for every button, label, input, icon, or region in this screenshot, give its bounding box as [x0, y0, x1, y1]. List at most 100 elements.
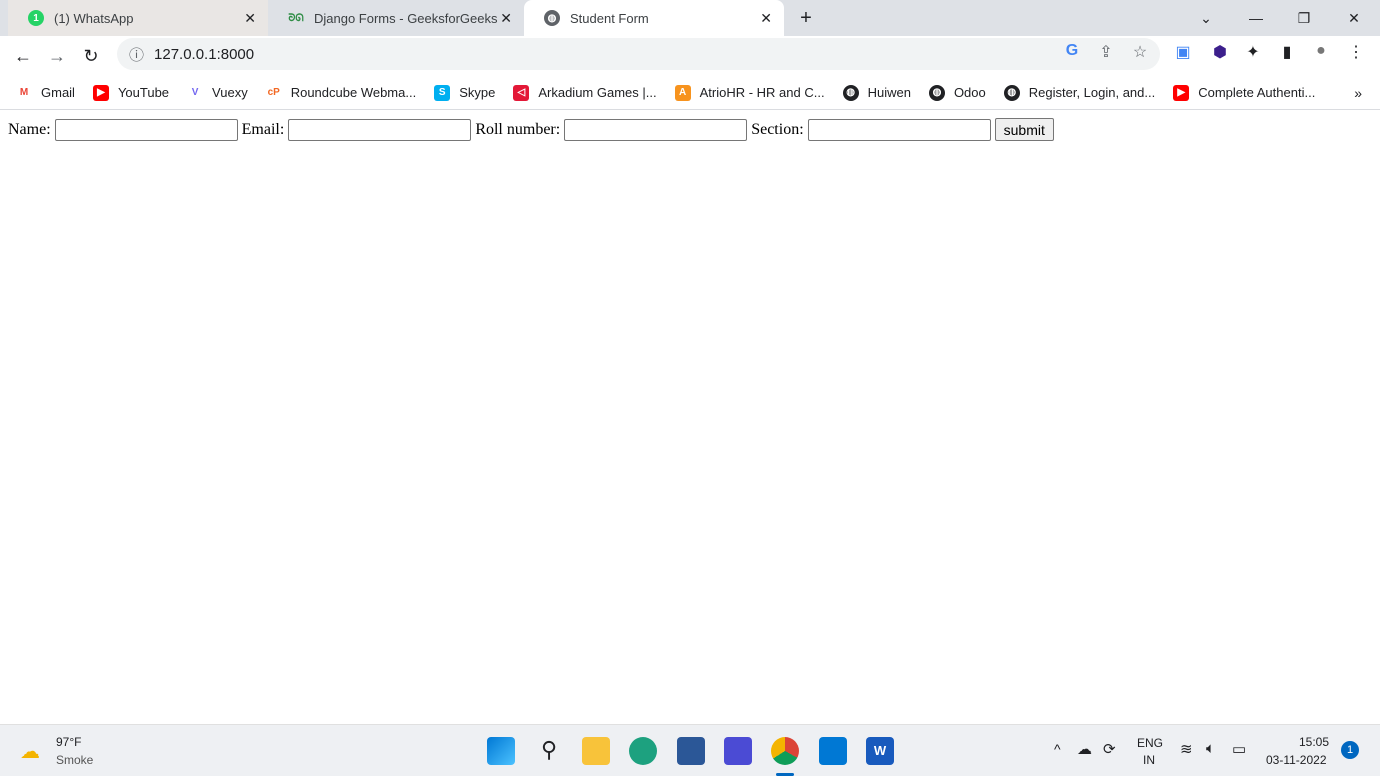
- tab-student-form[interactable]: ◍ Student Form ✕: [524, 0, 784, 36]
- side-panel-icon[interactable]: ▮: [1275, 42, 1299, 62]
- section-input[interactable]: [807, 118, 991, 141]
- minimize-button[interactable]: —: [1232, 0, 1280, 36]
- taskbar: ☁ 97°F Smoke ⚲ W ^ ☁ ⟳ ENG IN ≋ 🔈︎ ▭ 15:…: [0, 724, 1380, 776]
- weather-temp[interactable]: 97°F: [56, 735, 81, 749]
- search-icon[interactable]: ⚲: [535, 737, 563, 765]
- bookmark-icon: V: [191, 87, 199, 98]
- bookmark-icon: ◍: [928, 84, 945, 101]
- store-icon[interactable]: [677, 737, 705, 765]
- wifi-icon[interactable]: ≋: [1180, 740, 1193, 758]
- weather-icon[interactable]: ☁: [20, 739, 46, 763]
- volume-icon[interactable]: 🔈︎: [1206, 740, 1215, 757]
- file-explorer-icon[interactable]: [582, 737, 610, 765]
- onedrive-icon[interactable]: ☁: [1077, 740, 1092, 758]
- close-icon[interactable]: ✕: [244, 10, 256, 27]
- avatar[interactable]: ●: [1309, 42, 1333, 60]
- bookmark-label: Complete Authenti...: [1198, 85, 1316, 100]
- notification-badge[interactable]: 1: [1341, 741, 1359, 759]
- bookmark-item[interactable]: V Vuexy: [187, 85, 248, 101]
- bookmark-label: Roundcube Webma...: [290, 85, 417, 100]
- app-icon[interactable]: [724, 737, 752, 765]
- bookmark-item[interactable]: M Gmail: [16, 85, 75, 101]
- bookmark-item[interactable]: ◁ Arkadium Games |...: [513, 84, 657, 101]
- bookmark-icon: ◁: [513, 84, 530, 101]
- tab-strip: 1 (1) WhatsApp ✕ ᘐᘏ Django Forms - Geeks…: [0, 0, 1380, 36]
- tab-django-forms[interactable]: ᘐᘏ Django Forms - GeeksforGeeks ✕: [268, 0, 524, 36]
- puzzle-icon[interactable]: ✦: [1241, 42, 1265, 62]
- chevron-up-icon[interactable]: ^: [1054, 741, 1061, 757]
- email-label: Email:: [241, 120, 285, 138]
- bookmarks-bar: M Gmail ▶ YouTube V Vuexy cP Roundcube Webma...…: [0, 76, 1380, 110]
- name-input[interactable]: [54, 118, 238, 141]
- bookmark-item[interactable]: ▶ YouTube: [92, 84, 170, 101]
- bookmark-label: Vuexy: [212, 85, 248, 100]
- reload-button[interactable]: ↻: [74, 46, 108, 67]
- url-text: 127.0.0.1:8000: [154, 45, 255, 63]
- whatsapp-icon: 1: [28, 10, 44, 26]
- tab-title: Django Forms - GeeksforGeeks: [314, 10, 498, 26]
- bookmark-label: Skype: [459, 85, 496, 100]
- battery-icon[interactable]: ▭: [1232, 740, 1246, 758]
- bookmark-label: Register, Login, and...: [1028, 85, 1156, 100]
- submit-button[interactable]: submit: [994, 118, 1054, 141]
- bookmark-label: Gmail: [41, 85, 75, 100]
- bookmark-item[interactable]: ◍ Register, Login, and...: [1003, 84, 1156, 101]
- bookmark-item[interactable]: ▶ Complete Authenti...: [1173, 84, 1316, 101]
- bookmark-star-icon[interactable]: ☆: [1128, 42, 1152, 62]
- google-icon[interactable]: G: [1060, 42, 1084, 60]
- bookmark-icon: A: [674, 84, 691, 101]
- menu-icon[interactable]: ⋮: [1344, 42, 1368, 62]
- bookmark-icon: M: [19, 87, 29, 98]
- tab-title: (1) WhatsApp: [54, 10, 134, 26]
- address-bar[interactable]: ⓘ 127.0.0.1:8000: [117, 38, 1160, 70]
- extension-icon[interactable]: ⬢: [1208, 42, 1232, 62]
- word-icon[interactable]: W: [866, 737, 894, 765]
- vscode-icon[interactable]: [819, 737, 847, 765]
- bookmark-item[interactable]: cP Roundcube Webma...: [266, 85, 417, 101]
- tab-title: Student Form: [570, 10, 649, 26]
- chrome-icon[interactable]: [771, 737, 799, 765]
- bookmark-icon: S: [434, 84, 451, 101]
- close-icon[interactable]: ✕: [760, 10, 772, 27]
- bookmark-icon: cP: [267, 87, 280, 98]
- bookmark-label: YouTube: [117, 85, 170, 100]
- bookmark-icon: ◍: [842, 84, 859, 101]
- new-tab-button[interactable]: +: [782, 0, 830, 36]
- bookmark-item[interactable]: A AtrioHR - HR and C...: [674, 84, 825, 101]
- roll-number-label: Roll number:: [475, 120, 561, 138]
- bookmark-label: Huiwen: [867, 85, 911, 100]
- bookmark-label: Arkadium Games |...: [538, 85, 657, 100]
- back-button[interactable]: ←: [6, 46, 40, 67]
- roll-number-input[interactable]: [564, 118, 748, 141]
- bookmark-icon: ◍: [1003, 84, 1020, 101]
- tab-whatsapp[interactable]: 1 (1) WhatsApp ✕: [8, 0, 268, 36]
- email-input[interactable]: [288, 118, 472, 141]
- section-label: Section:: [751, 120, 804, 138]
- name-label: Name:: [8, 120, 51, 138]
- globe-icon: ◍: [544, 10, 560, 26]
- bookmark-item[interactable]: ◍ Odoo: [928, 84, 986, 101]
- sync-icon[interactable]: ⟳: [1103, 740, 1116, 758]
- info-icon[interactable]: ⓘ: [129, 44, 144, 65]
- browser-toolbar: ← → ↻ ⓘ 127.0.0.1:8000 G ⇪ ☆ ▣ ⬢ ✦ ▮ ● ⋮: [0, 36, 1380, 76]
- weather-desc[interactable]: Smoke: [56, 753, 93, 767]
- language-top[interactable]: ENG: [1137, 736, 1163, 750]
- clock-time[interactable]: 15:05: [1299, 735, 1329, 749]
- edge-icon[interactable]: [629, 737, 657, 765]
- restore-button[interactable]: ❐: [1280, 0, 1328, 36]
- tab-search-icon[interactable]: ⌄: [1182, 0, 1230, 36]
- bookmarks-overflow-button[interactable]: »: [1354, 85, 1362, 101]
- close-window-button[interactable]: ✕: [1330, 0, 1378, 36]
- translate-extension-icon[interactable]: ▣: [1171, 42, 1195, 62]
- share-icon[interactable]: ⇪: [1094, 42, 1118, 62]
- close-icon[interactable]: ✕: [500, 10, 512, 27]
- gfg-icon: ᘐᘏ: [288, 12, 304, 24]
- student-form: Name: Email: Roll number: Section: submi…: [0, 110, 1380, 149]
- bookmark-icon: ▶: [1173, 84, 1190, 101]
- clock-date[interactable]: 03-11-2022: [1266, 753, 1327, 767]
- bookmark-item[interactable]: ◍ Huiwen: [842, 84, 911, 101]
- language-bottom[interactable]: IN: [1143, 753, 1155, 767]
- start-icon[interactable]: [487, 737, 515, 765]
- bookmark-item[interactable]: S Skype: [434, 84, 496, 101]
- forward-button[interactable]: →: [40, 46, 74, 67]
